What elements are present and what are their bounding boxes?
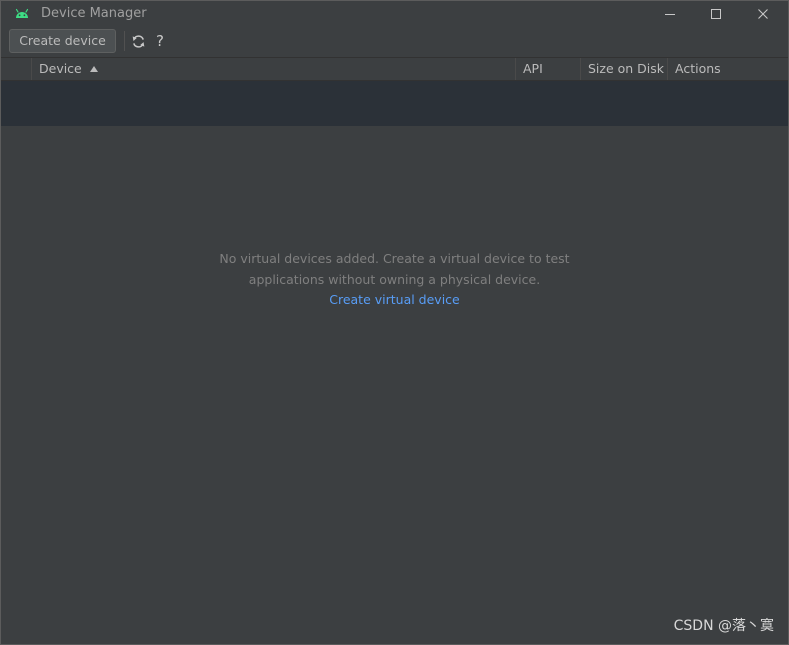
device-table-header: Device API Size on Disk Actions xyxy=(1,57,788,81)
title-bar: Device Manager xyxy=(1,1,788,27)
sort-ascending-icon xyxy=(89,66,98,72)
column-header-device-label: Device xyxy=(39,61,82,76)
empty-state-line-1: No virtual devices added. Create a virtu… xyxy=(219,251,570,266)
empty-state-message: No virtual devices added. Create a virtu… xyxy=(1,248,788,290)
column-header-device[interactable]: Device xyxy=(32,58,516,80)
minimize-button[interactable] xyxy=(647,1,693,27)
column-header-blank xyxy=(1,58,32,80)
maximize-icon xyxy=(711,9,721,19)
android-icon xyxy=(15,8,29,18)
column-header-size-on-disk[interactable]: Size on Disk xyxy=(581,58,668,80)
maximize-button[interactable] xyxy=(693,1,739,27)
column-header-actions[interactable]: Actions xyxy=(668,58,788,80)
toolbar-separator xyxy=(124,31,125,51)
window-title: Device Manager xyxy=(41,6,147,21)
watermark: CSDN @落丶寞 xyxy=(673,618,774,634)
table-row-band xyxy=(1,81,788,126)
create-virtual-device-link[interactable]: Create virtual device xyxy=(1,292,788,307)
create-device-button[interactable]: Create device xyxy=(9,29,116,53)
device-list-area xyxy=(1,126,788,644)
device-manager-window: Device Manager Create device ? Device AP… xyxy=(0,0,789,645)
toolbar: Create device ? xyxy=(1,27,788,57)
help-icon[interactable]: ? xyxy=(156,31,164,51)
minimize-icon xyxy=(665,14,675,15)
close-button[interactable] xyxy=(740,1,786,27)
close-icon xyxy=(758,9,768,19)
column-header-api[interactable]: API xyxy=(516,58,581,80)
empty-state-line-2: applications without owning a physical d… xyxy=(248,272,541,287)
refresh-icon[interactable] xyxy=(131,34,146,49)
